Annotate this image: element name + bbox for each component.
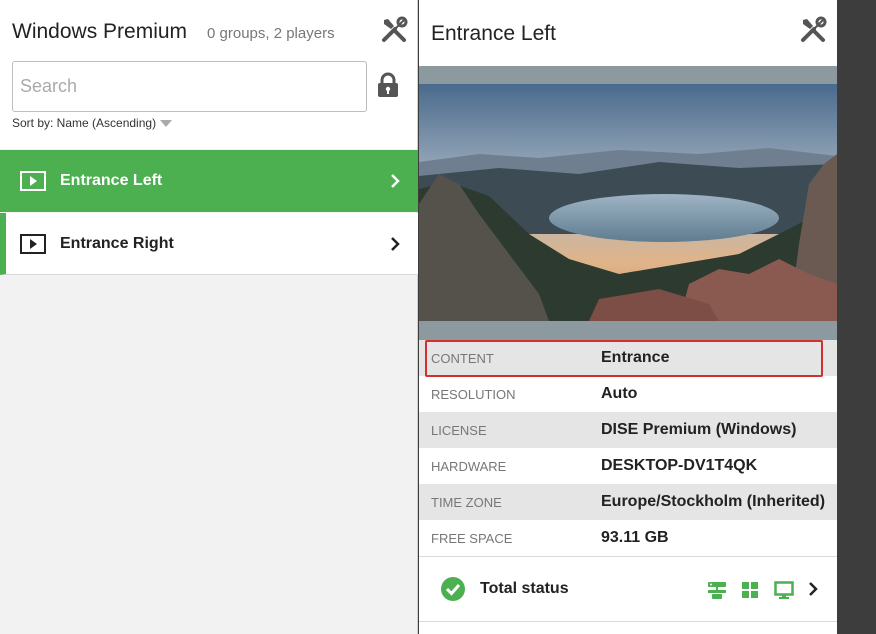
content-highlight-box xyxy=(425,340,823,377)
total-status-row[interactable]: Total status xyxy=(419,556,837,622)
property-key: RESOLUTION xyxy=(431,387,516,402)
property-value: DISE Premium (Windows) xyxy=(601,421,797,438)
list-header: Windows Premium 0 groups, 2 players Sort… xyxy=(0,0,417,149)
player-item-entrance-right[interactable]: Entrance Right xyxy=(0,213,418,275)
property-row-resolution: RESOLUTION Auto xyxy=(419,376,837,412)
content-preview xyxy=(419,66,837,340)
player-list-panel: Windows Premium 0 groups, 2 players Sort… xyxy=(0,0,418,634)
check-circle-icon xyxy=(441,577,465,601)
caret-down-icon xyxy=(160,120,173,128)
property-value: DESKTOP-DV1T4QK xyxy=(601,457,758,474)
monitor-icon[interactable] xyxy=(774,580,794,600)
player-screen-icon xyxy=(20,171,46,191)
sort-selector[interactable]: Sort by: Name (Ascending) xyxy=(12,116,173,130)
landscape-thumbnail xyxy=(419,84,837,321)
chevron-right-icon xyxy=(391,237,400,251)
player-item-entrance-left[interactable]: Entrance Left xyxy=(0,150,418,212)
property-row-hardware: HARDWARE DESKTOP-DV1T4QK xyxy=(419,448,837,484)
detail-title: Entrance Left xyxy=(431,22,556,45)
property-key: TIME ZONE xyxy=(431,495,502,510)
total-status-label: Total status xyxy=(480,580,569,597)
player-detail-panel: Entrance Left CONTENT Entrance RESOLUTIO… xyxy=(419,0,837,634)
chevron-right-icon xyxy=(391,174,400,188)
search-input[interactable] xyxy=(12,61,367,112)
player-screen-icon xyxy=(20,234,46,254)
property-key: LICENSE xyxy=(431,423,487,438)
sort-label: Sort by: Name (Ascending) xyxy=(12,116,157,130)
property-value: Auto xyxy=(601,385,638,402)
tools-icon[interactable] xyxy=(380,16,408,44)
property-value: 93.11 GB xyxy=(601,529,669,546)
player-item-label: Entrance Left xyxy=(60,172,163,189)
grid-apps-icon[interactable] xyxy=(740,580,760,600)
property-row-license: LICENSE DISE Premium (Windows) xyxy=(419,412,837,448)
property-row-time-zone: TIME ZONE Europe/Stockholm (Inherited) xyxy=(419,484,837,520)
property-key: FREE SPACE xyxy=(431,531,513,546)
player-item-label: Entrance Right xyxy=(60,234,174,252)
group-count: 0 groups, 2 players xyxy=(207,25,335,42)
group-title: Windows Premium xyxy=(12,20,188,43)
property-row-free-space: FREE SPACE 93.11 GB xyxy=(419,520,837,556)
network-icon[interactable] xyxy=(707,580,727,600)
property-value: Europe/Stockholm (Inherited) xyxy=(601,493,826,510)
tools-icon[interactable] xyxy=(799,16,827,44)
chevron-right-icon xyxy=(809,582,818,596)
property-key: HARDWARE xyxy=(431,459,507,474)
lock-icon[interactable] xyxy=(376,72,400,98)
